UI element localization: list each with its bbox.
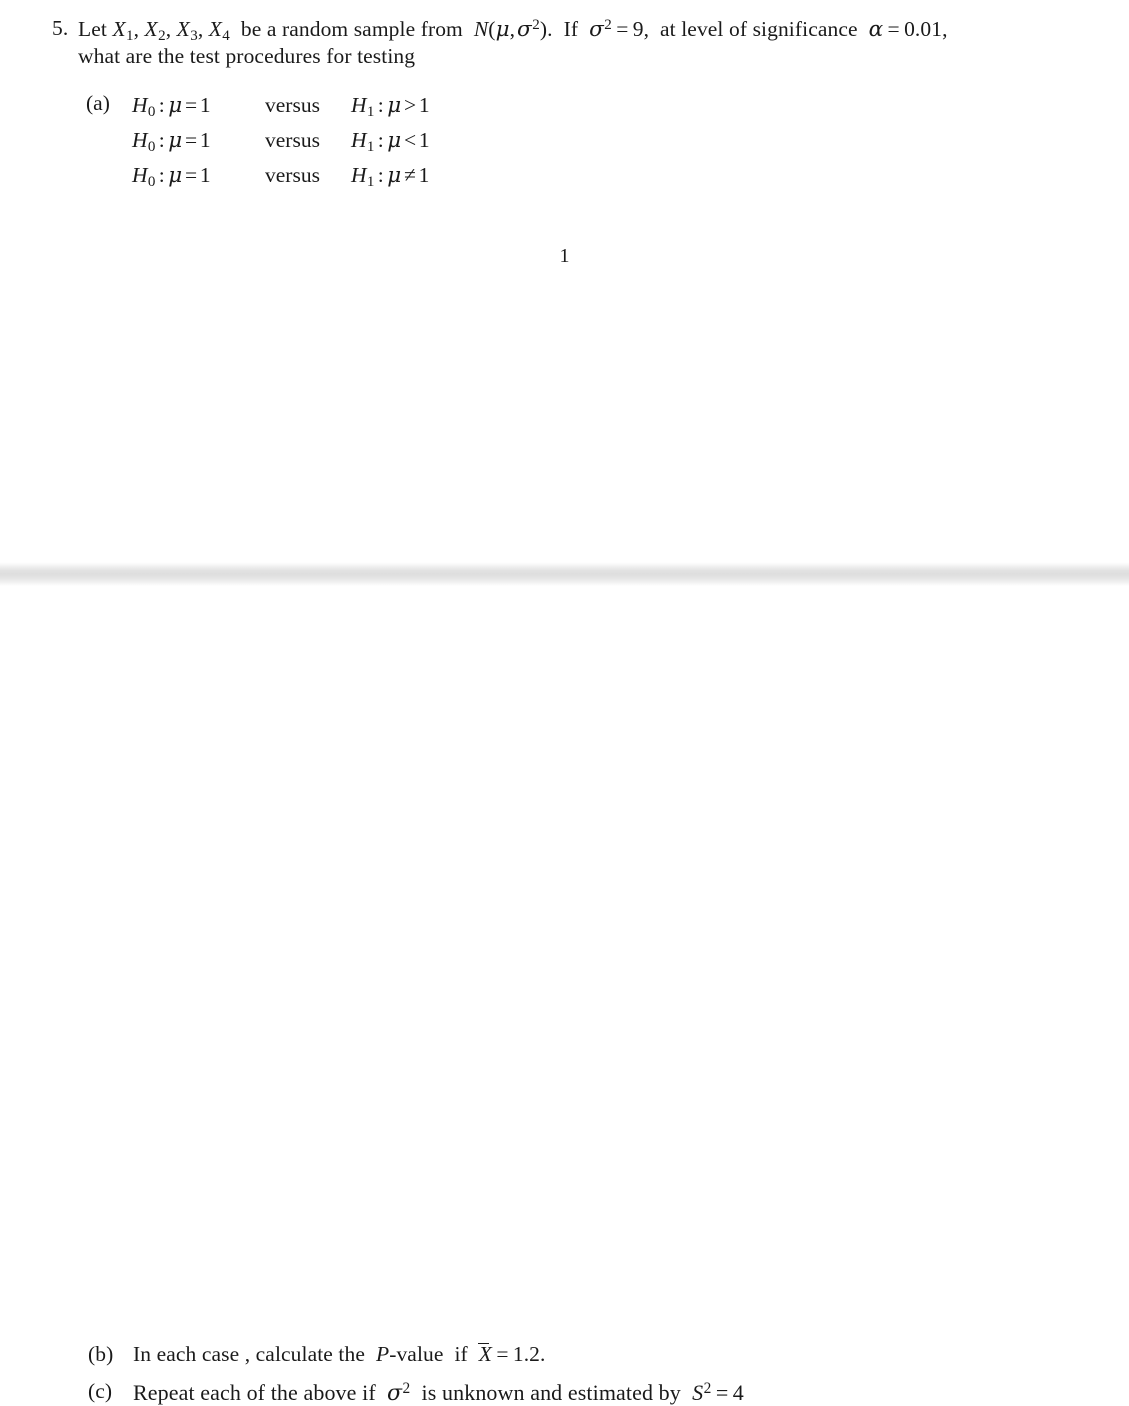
null-hypothesis-cell: H0: μ = 1: [132, 127, 211, 155]
part-c-label: (c): [88, 1379, 113, 1403]
document-page-two: (b) In each case , calculate the P-value…: [0, 586, 1129, 1404]
p-value-term: P-value: [375, 1342, 444, 1366]
part-b-text-a: In each case , calculate the: [133, 1342, 371, 1366]
versus-cell: versus: [265, 93, 320, 117]
page-break-separator: [0, 562, 1129, 586]
part-b-statement: In each case , calculate the P-value if …: [133, 1342, 546, 1366]
part-c-text-b: is unknown and estimated by: [415, 1379, 687, 1405]
hypothesis-row: H0: μ = 1 versus H1: μ ≠ 1: [86, 161, 430, 196]
alternative-hypothesis-cell: H1: μ ≠ 1: [351, 162, 430, 190]
problem-text-significance: at level of significance: [654, 16, 864, 41]
sigma-squared-condition: σ2 = 9,: [589, 16, 650, 42]
hypothesis-row: H0: μ = 1 versus H1: μ <1: [86, 126, 430, 161]
sigma-squared-term: σ2: [386, 1380, 411, 1406]
problem-text-sample: be a random sample from: [235, 16, 469, 41]
hypothesis-row: H0: μ = 1 versus H1: μ >1: [86, 91, 430, 126]
problem-statement-line-1: Let X1, X2, X3, X4 be a random sample fr…: [78, 16, 948, 44]
problem-number: 5.: [52, 16, 69, 40]
alpha-condition: α = 0.01,: [868, 16, 948, 42]
alternative-hypothesis-cell: H1: μ >1: [351, 93, 430, 120]
part-c-statement: Repeat each of the above if σ2 is unknow…: [133, 1381, 744, 1405]
random-sample-variables: X1, X2, X3, X4: [112, 16, 230, 44]
problem-statement-line-2: what are the test procedures for testing: [78, 44, 416, 68]
s-squared-condition: S2 = 4: [692, 1379, 744, 1405]
problem-text-if: If: [558, 16, 584, 41]
part-b-label: (b): [88, 1342, 114, 1366]
normal-distribution-expression: N(μ, σ2).: [473, 16, 553, 42]
part-b-text-b: if: [449, 1342, 474, 1366]
document-page-one: 5. Let X1, X2, X3, X4 be a random sample…: [0, 0, 1129, 562]
part-a-label: (a): [86, 91, 110, 115]
problem-verb: Let: [78, 16, 107, 41]
part-c-text-a: Repeat each of the above if: [133, 1379, 382, 1405]
hypothesis-table: H0: μ = 1 versus H1: μ >1 H0: μ = 1 versus H1: μ <…: [86, 91, 430, 196]
versus-cell: versus: [265, 127, 320, 152]
xbar-condition: X = 1.2.: [478, 1342, 546, 1366]
null-hypothesis-cell: H0: μ = 1: [132, 93, 211, 120]
null-hypothesis-cell: H0: μ = 1: [132, 162, 211, 190]
alternative-hypothesis-cell: H1: μ <1: [351, 127, 430, 155]
versus-cell: versus: [265, 162, 320, 187]
page-folio: 1: [559, 245, 570, 267]
part-a-block: (a) H0: μ = 1 versus H1: μ >1 H0: μ = 1 versus: [86, 91, 430, 196]
